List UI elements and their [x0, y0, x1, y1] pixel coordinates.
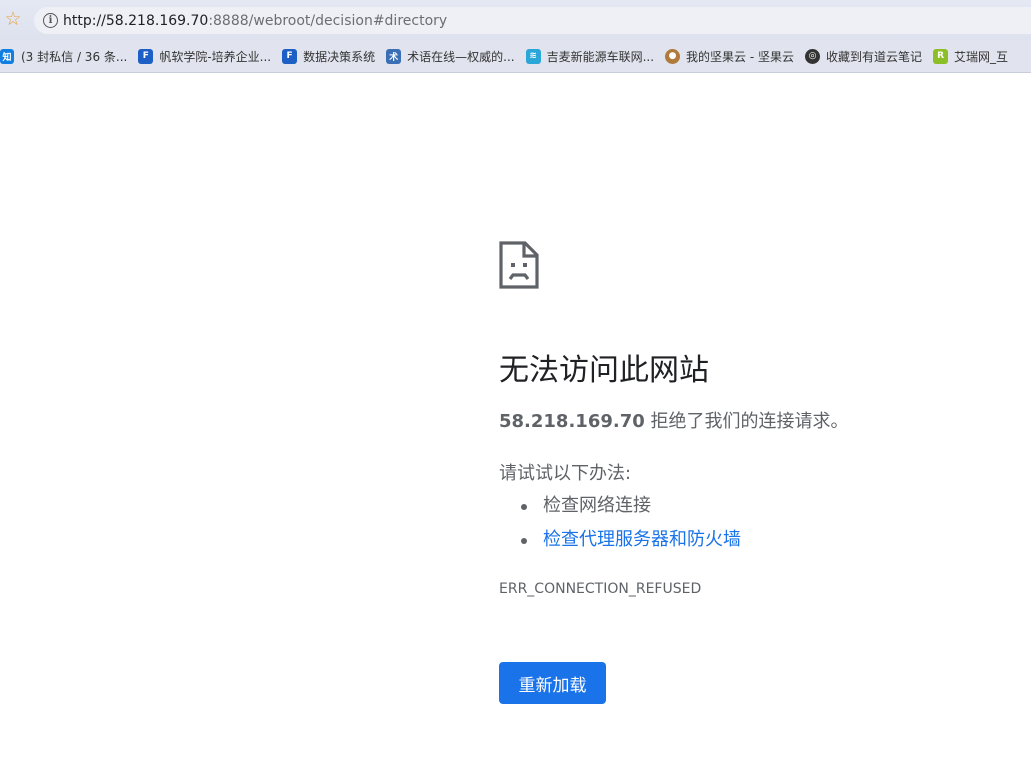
error-headline: 无法访问此网站: [499, 353, 709, 388]
zhihu-icon: 知: [0, 48, 14, 64]
bookmark-zhihu[interactable]: 知 (3 封私信 / 36 条...: [0, 43, 127, 69]
fanruan-icon: F: [138, 48, 154, 64]
bookmark-youdao-note[interactable]: ◎ 收藏到有道云笔记: [805, 43, 922, 69]
error-code: ERR_CONNECTION_REFUSED: [499, 581, 702, 597]
info-icon[interactable]: i: [43, 13, 58, 28]
check-proxy-firewall-link[interactable]: 检查代理服务器和防火墙: [543, 529, 741, 550]
globe-icon: ◎: [805, 48, 821, 64]
bookmark-label: 我的坚果云 - 坚果云: [686, 49, 795, 64]
bookmark-label: 术语在线—权威的...: [407, 49, 515, 64]
browser-chrome: ☆ i http://58.218.169.70:8888/webroot/de…: [0, 0, 1031, 73]
sad-page-icon: [499, 241, 539, 289]
jimai-icon: ≋: [525, 48, 541, 64]
error-page: 无法访问此网站 58.218.169.70 拒绝了我们的连接请求。 请试试以下办…: [0, 73, 1031, 784]
bookmark-termonline[interactable]: 术 术语在线—权威的...: [386, 43, 515, 69]
star-icon[interactable]: ☆: [2, 8, 24, 30]
bookmark-label: (3 封私信 / 36 条...: [21, 49, 128, 64]
iresearch-icon: R: [933, 48, 949, 64]
error-refused-text: 拒绝了我们的连接请求。: [644, 411, 849, 432]
address-row: ☆ i http://58.218.169.70:8888/webroot/de…: [0, 0, 1031, 40]
address-bar[interactable]: i http://58.218.169.70:8888/webroot/deci…: [34, 7, 1031, 34]
acorn-icon: ●: [665, 48, 681, 64]
suggestion-check-network: 检查网络连接: [521, 489, 741, 523]
reload-button[interactable]: 重新加载: [499, 662, 606, 704]
bookmark-label: 吉麦新能源车联网...: [546, 49, 655, 64]
url-text[interactable]: http://58.218.169.70:8888/webroot/decisi…: [63, 13, 447, 29]
error-host: 58.218.169.70: [499, 411, 645, 432]
bookmark-jimai-iov[interactable]: ≋ 吉麦新能源车联网...: [525, 43, 655, 69]
fanruan-icon: F: [282, 48, 298, 64]
bookmark-label: 帆软学院-培养企业...: [159, 49, 272, 64]
bookmark-decision-system[interactable]: F 数据决策系统: [282, 43, 375, 69]
error-detail: 58.218.169.70 拒绝了我们的连接请求。: [499, 407, 849, 433]
suggestions-list: 检查网络连接 检查代理服务器和防火墙: [521, 489, 741, 557]
bookmark-iresearch[interactable]: R 艾瑞网_互: [933, 43, 1008, 69]
bookmark-fanruan-academy[interactable]: F 帆软学院-培养企业...: [138, 43, 271, 69]
bookmark-jianguoyun[interactable]: ● 我的坚果云 - 坚果云: [665, 43, 794, 69]
bookmark-label: 收藏到有道云笔记: [826, 49, 923, 64]
suggestions-title: 请试试以下办法:: [499, 463, 632, 484]
bookmark-label: 艾瑞网_互: [954, 49, 1009, 64]
bookmarks-bar: 知 (3 封私信 / 36 条... F 帆软学院-培养企业... F 数据决策…: [0, 40, 1031, 73]
url-host: http://58.218.169.70: [63, 12, 209, 29]
bookmark-label: 数据决策系统: [303, 49, 376, 64]
suggestion-check-proxy-firewall: 检查代理服务器和防火墙: [521, 523, 741, 557]
termonline-icon: 术: [386, 48, 402, 64]
url-path: :8888/webroot/decision#directory: [208, 12, 448, 29]
